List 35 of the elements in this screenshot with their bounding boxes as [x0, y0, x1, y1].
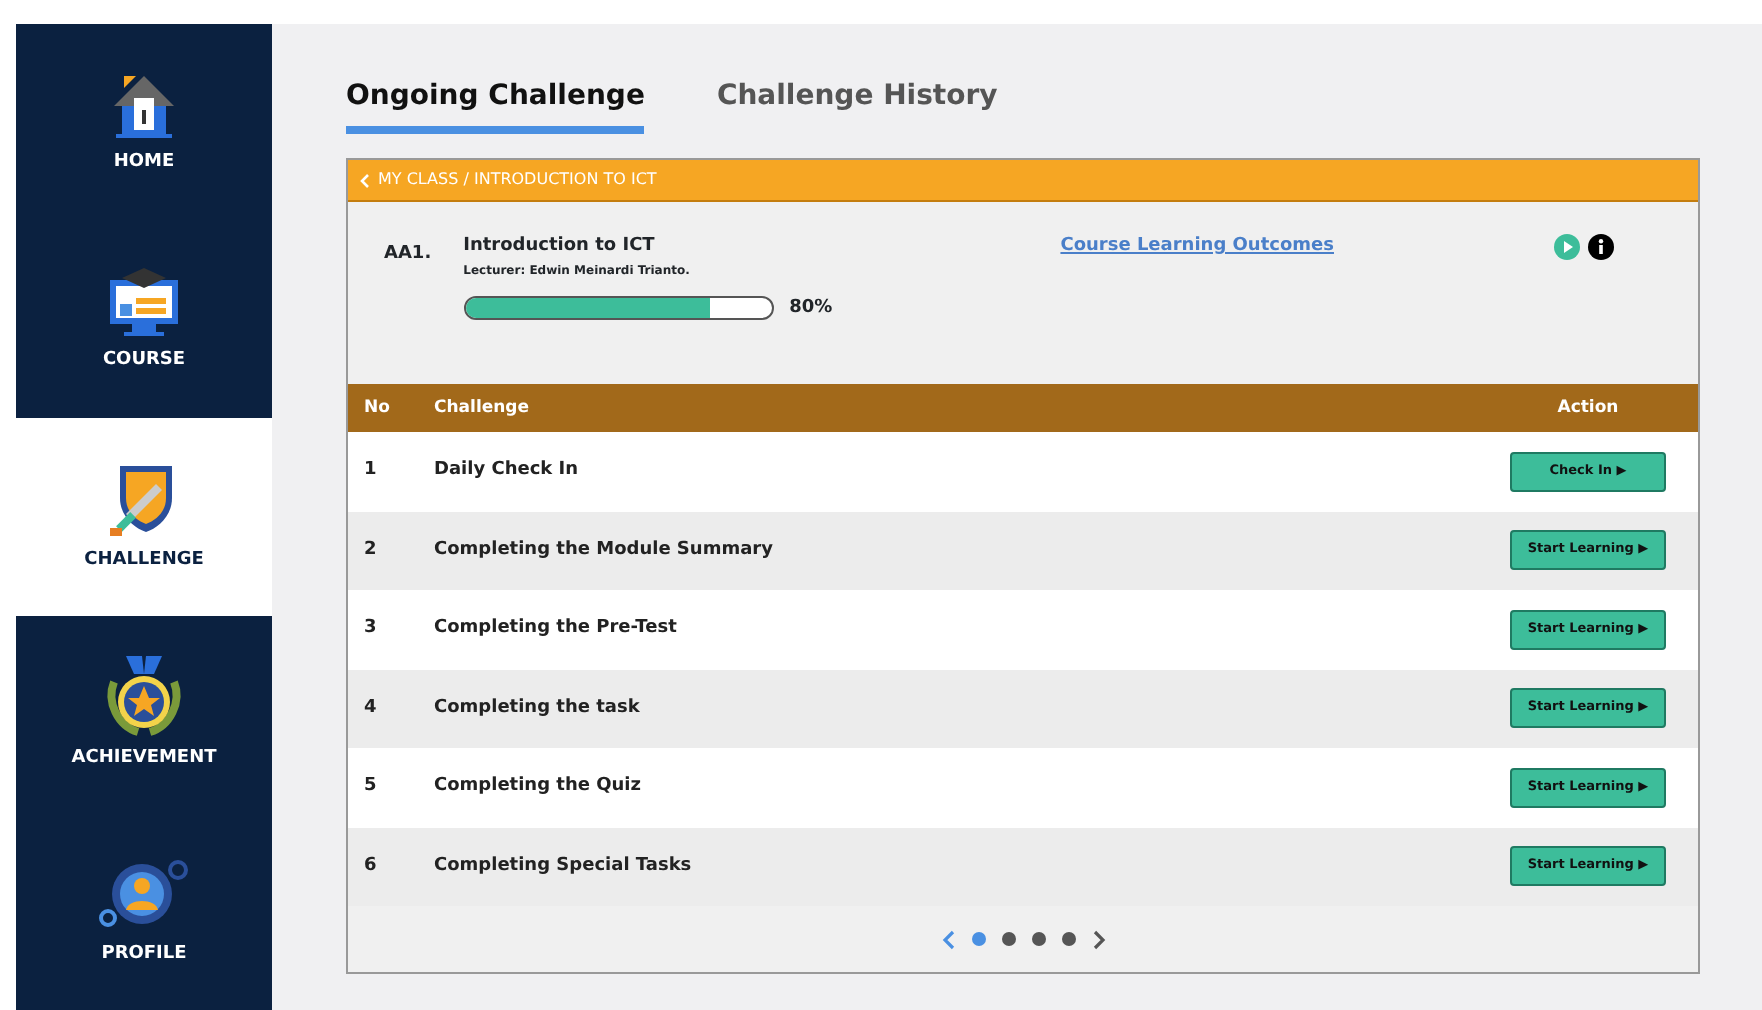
table-cell-text: 3: [362, 616, 379, 642]
table-cell-text: Completing the Module Summary: [434, 537, 775, 563]
course-code: AA1.: [384, 242, 432, 268]
table-cell-text: Completing the Quiz: [434, 774, 643, 800]
next-icon[interactable]: [1091, 929, 1105, 949]
table-cell-text: 6: [362, 853, 379, 879]
progress-label: 80%: [789, 295, 833, 321]
sidebar-item[interactable]: CHALLENGE: [16, 418, 272, 616]
table-cell-text: 5: [362, 774, 379, 800]
page-dot[interactable]: [1061, 932, 1075, 946]
table-cell-text: Completing the Pre-Test: [434, 616, 679, 642]
page-dot[interactable]: [1031, 932, 1045, 946]
column-header: Challenge: [434, 395, 532, 421]
course-title: Introduction to ICT: [463, 234, 657, 260]
table-cell-text: Daily Check In: [434, 458, 581, 484]
page-dot[interactable]: [1001, 932, 1015, 946]
tab[interactable]: Challenge History: [716, 76, 998, 134]
medal-icon: [102, 654, 186, 739]
column-header: Action: [1555, 395, 1621, 421]
sidebar-item[interactable]: HOME: [16, 24, 272, 222]
table-cell-text: 1: [362, 458, 379, 484]
outcomes-link[interactable]: Course Learning Outcomes: [1060, 234, 1334, 352]
info-icon[interactable]: [1588, 234, 1614, 260]
sidebar-item[interactable]: COURSE: [16, 221, 272, 419]
table-cell-text: 2: [362, 537, 379, 563]
table-cell-text: Completing the task: [434, 695, 642, 721]
sidebar-item[interactable]: ACHIEVEMENT: [16, 615, 272, 813]
column-header: No: [362, 395, 392, 421]
previous-icon[interactable]: [941, 929, 955, 949]
table-cell-text: Completing Special Tasks: [434, 853, 694, 879]
sidebar-item[interactable]: PROFILE: [16, 812, 272, 1010]
page-dot[interactable]: [971, 932, 985, 946]
monitor-icon: [104, 264, 184, 341]
table-cell-text: 4: [362, 695, 379, 721]
tab[interactable]: Ongoing Challenge: [346, 76, 645, 134]
